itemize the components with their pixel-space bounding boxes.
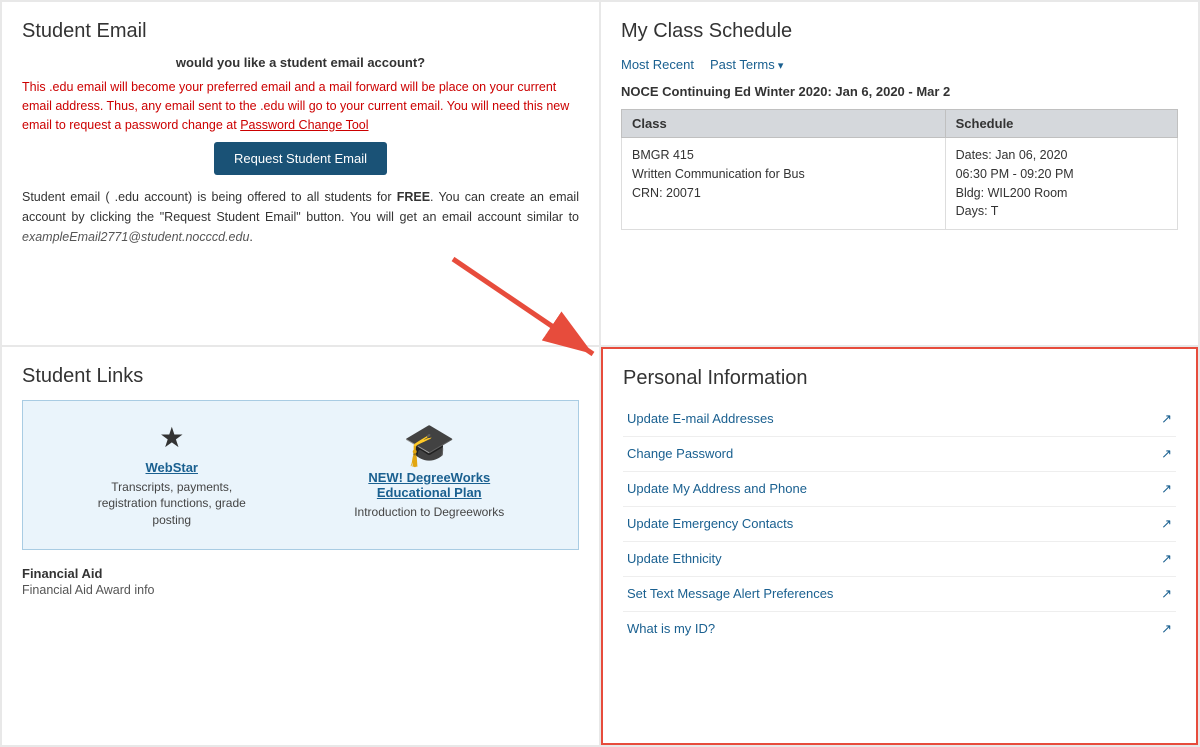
- degreeworks-description: Introduction to Degreeworks: [354, 505, 504, 519]
- external-link-icon: ↗︎: [1161, 551, 1172, 567]
- financial-aid-title: Financial Aid: [22, 566, 579, 581]
- class-cell: BMGR 415Written Communication for BusCRN…: [622, 138, 946, 230]
- most-recent-tab[interactable]: Most Recent: [621, 55, 694, 74]
- update-address-link[interactable]: Update My Address and Phone: [627, 481, 807, 496]
- degreeworks-link[interactable]: NEW! DegreeWorks Educational Plan: [339, 470, 519, 500]
- external-link-icon: ↗︎: [1161, 446, 1172, 462]
- webstar-link[interactable]: WebStar: [82, 460, 262, 475]
- external-link-icon: ↗︎: [1161, 481, 1172, 497]
- class-schedule-panel: My Class Schedule Most Recent Past Terms…: [601, 2, 1198, 345]
- schedule-cell: Dates: Jan 06, 202006:30 PM - 09:20 PMBl…: [945, 138, 1177, 230]
- update-ethnicity-link[interactable]: Update Ethnicity: [627, 551, 722, 566]
- request-student-email-button[interactable]: Request Student Email: [214, 142, 387, 175]
- email-info-text: Student email ( .edu account) is being o…: [22, 187, 579, 247]
- external-link-icon: ↗︎: [1161, 621, 1172, 637]
- degreeworks-link-item: 🎓 NEW! DegreeWorks Educational Plan Intr…: [339, 421, 519, 521]
- external-link-icon: ↗︎: [1161, 516, 1172, 532]
- student-email-title: Student Email: [22, 20, 579, 43]
- list-item: Change Password ↗︎: [623, 437, 1176, 472]
- schedule-term-label: NOCE Continuing Ed Winter 2020: Jan 6, 2…: [621, 84, 1178, 99]
- personal-info-panel: Personal Information Update E-mail Addre…: [601, 347, 1198, 745]
- list-item: Set Text Message Alert Preferences ↗︎: [623, 577, 1176, 612]
- financial-aid-section: Financial Aid Financial Aid Award info: [22, 566, 579, 597]
- webstar-link-item: ★ WebStar Transcripts, payments, registr…: [82, 421, 262, 529]
- class-schedule-title: My Class Schedule: [621, 20, 1178, 43]
- class-col-header: Class: [622, 110, 946, 138]
- change-password-link[interactable]: Change Password: [627, 446, 733, 461]
- personal-info-list: Update E-mail Addresses ↗︎ Change Passwo…: [623, 402, 1176, 646]
- text-message-alert-link[interactable]: Set Text Message Alert Preferences: [627, 586, 833, 601]
- table-row: BMGR 415Written Communication for BusCRN…: [622, 138, 1178, 230]
- star-icon: ★: [82, 421, 262, 454]
- update-email-link[interactable]: Update E-mail Addresses: [627, 411, 774, 426]
- external-link-icon: ↗︎: [1161, 586, 1172, 602]
- list-item: Update E-mail Addresses ↗︎: [623, 402, 1176, 437]
- list-item: Update My Address and Phone ↗︎: [623, 472, 1176, 507]
- financial-aid-description: Financial Aid Award info: [22, 583, 579, 597]
- schedule-tabs: Most Recent Past Terms: [621, 55, 1178, 74]
- list-item: Update Emergency Contacts ↗︎: [623, 507, 1176, 542]
- past-terms-tab[interactable]: Past Terms: [710, 55, 783, 74]
- graduation-cap-icon: 🎓: [403, 421, 455, 468]
- what-is-my-id-link[interactable]: What is my ID?: [627, 621, 715, 636]
- external-link-icon: ↗︎: [1161, 411, 1172, 427]
- password-change-link[interactable]: Password Change Tool: [240, 118, 368, 132]
- student-links-panel: Student Links ★ WebStar Transcripts, pay…: [2, 347, 599, 745]
- email-example: exampleEmail2771@student.nocccd.edu: [22, 230, 249, 244]
- webstar-description: Transcripts, payments, registration func…: [98, 480, 246, 528]
- links-box: ★ WebStar Transcripts, payments, registr…: [22, 400, 579, 550]
- list-item: What is my ID? ↗︎: [623, 612, 1176, 646]
- email-question: would you like a student email account?: [22, 55, 579, 70]
- list-item: Update Ethnicity ↗︎: [623, 542, 1176, 577]
- student-links-title: Student Links: [22, 365, 579, 388]
- schedule-table: Class Schedule BMGR 415Written Communica…: [621, 109, 1178, 230]
- personal-info-title: Personal Information: [623, 367, 1176, 390]
- update-emergency-contacts-link[interactable]: Update Emergency Contacts: [627, 516, 793, 531]
- email-warning: This .edu email will become your preferr…: [22, 78, 579, 134]
- student-email-panel: Student Email would you like a student e…: [2, 2, 599, 345]
- schedule-col-header: Schedule: [945, 110, 1177, 138]
